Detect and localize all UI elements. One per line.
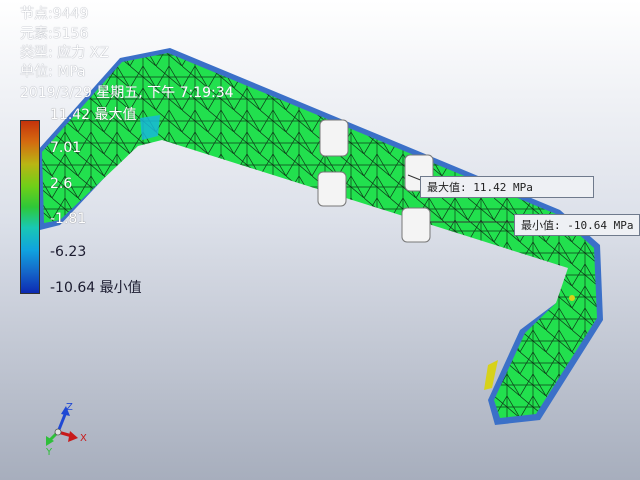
result-type: 类型: 应力 XZ	[20, 45, 109, 61]
legend-tick: 2.6	[50, 176, 73, 192]
min-value-probe[interactable]: 最小值: -10.64 MPa	[514, 214, 640, 236]
unit-label: 单位: MPa	[20, 64, 86, 80]
axis-triad	[46, 406, 78, 446]
node-count: 节点:9449	[20, 6, 89, 22]
legend-tick: -6.23	[50, 244, 87, 260]
triad-origin	[54, 428, 62, 436]
legend-tick: -1.81	[50, 211, 87, 227]
y-axis-label: Y	[46, 447, 53, 458]
max-value-probe[interactable]: 最大值: 11.42 MPa	[420, 176, 594, 198]
element-count: 元素:5156	[20, 26, 89, 42]
legend-tick: 7.01	[50, 140, 82, 156]
model-viewport[interactable]	[0, 0, 640, 480]
legend-min: -10.64 最小值	[50, 280, 142, 296]
stress-patch	[569, 295, 575, 301]
stress-hotspot	[140, 115, 160, 140]
z-axis-label: Z	[66, 402, 73, 413]
color-legend-bar	[20, 120, 40, 294]
legend-max: 11.42 最大值	[50, 107, 137, 123]
timestamp: 2019/3/29 星期五, 下午 7:19:34	[20, 85, 234, 101]
x-axis-label: X	[80, 433, 87, 444]
